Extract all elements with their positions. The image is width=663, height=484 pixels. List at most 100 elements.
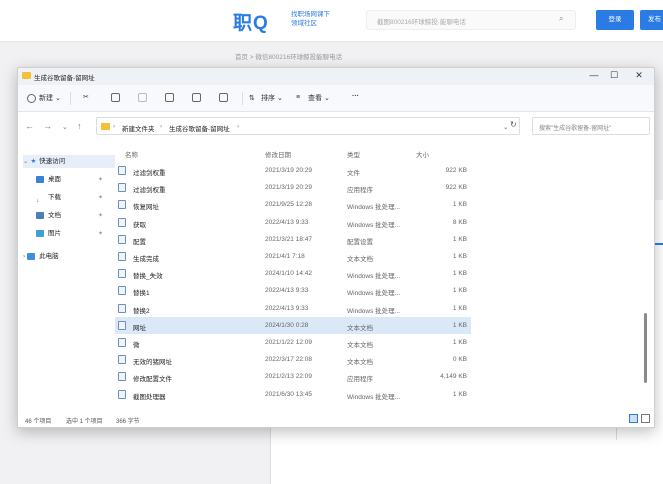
- vertical-scrollbar[interactable]: [644, 163, 647, 391]
- file-icon: [118, 338, 126, 347]
- search-icon[interactable]: ⌕: [559, 14, 563, 24]
- column-header-size[interactable]: 大小: [416, 149, 429, 159]
- file-date: 2021/3/21 18:47: [265, 235, 312, 243]
- paste-button[interactable]: [138, 93, 150, 102]
- file-date: 2021/6/30 13:45: [265, 390, 312, 398]
- sort-label: 排序: [261, 95, 275, 102]
- picture-icon: [36, 229, 44, 237]
- site-logo[interactable]: 职Q: [233, 8, 269, 35]
- file-size: 922 KB: [445, 167, 467, 174]
- pin-icon[interactable]: ✦: [98, 194, 103, 201]
- close-button[interactable]: ✕: [629, 70, 649, 81]
- file-explorer-window: 生成谷歌留备-留网址 — ☐ ✕ 新建 ⌄ ✂ ⇅ 排序 ⌄ ≡ 查看 ⌄ ··· …: [17, 67, 655, 428]
- share-button[interactable]: [192, 93, 204, 102]
- divider: [242, 92, 243, 105]
- rename-button[interactable]: [165, 93, 177, 102]
- crumb-separator: ›: [113, 123, 116, 130]
- window-titlebar[interactable]: 生成谷歌留备-留网址 — ☐ ✕: [18, 68, 654, 85]
- file-name: 无效的猪网址: [133, 359, 172, 367]
- column-header-name[interactable]: 名称: [125, 149, 138, 159]
- pin-icon[interactable]: ✦: [98, 212, 103, 219]
- sort-icon: ⇅: [249, 94, 255, 102]
- sidebar-item-label: 文档: [48, 212, 61, 219]
- file-row[interactable]: 替换2 2022/4/13 9:33 Windows 批处理... 1 KB: [115, 300, 471, 317]
- crumb-separator: ›: [237, 123, 240, 130]
- copy-button[interactable]: [111, 93, 123, 102]
- view-button[interactable]: ≡ 查看 ⌄: [296, 93, 330, 103]
- sidebar-item-downloads[interactable]: ↓ 下载: [36, 191, 61, 204]
- sidebar-item-documents[interactable]: 文档: [36, 209, 61, 222]
- file-row[interactable]: 获取 2022/4/13 9:33 Windows 批处理... 8 KB: [115, 214, 471, 231]
- column-header-date[interactable]: 修改日期: [265, 149, 291, 159]
- address-bar[interactable]: › 新建文件夹 › 生成谷歌留备-留网址 › ⌄: [96, 117, 520, 135]
- file-type: 应用程序: [347, 376, 373, 384]
- pin-icon[interactable]: ✦: [98, 176, 103, 183]
- file-row[interactable]: 恢复网址 2021/9/25 12:28 Windows 批处理... 1 KB: [115, 196, 471, 213]
- folder-search-input[interactable]: 搜索"生成谷歌留备-留网址": [532, 117, 650, 135]
- forward-arrow-icon[interactable]: →: [43, 121, 52, 131]
- sidebar-item-this-pc[interactable]: › 此电脑: [23, 250, 59, 263]
- site-search-input[interactable]: 截图800216环球鲸投·能聊电话: [366, 10, 576, 30]
- address-dropdown-icon[interactable]: ⌄: [503, 123, 508, 131]
- file-icon: [118, 166, 126, 175]
- sidebar-item-quick-access[interactable]: ⌄ ★ 快速访问: [23, 155, 115, 168]
- file-type: 文本文档: [347, 359, 373, 367]
- details-view-icon[interactable]: [629, 414, 638, 423]
- file-row[interactable]: 网址 2024/1/30 0:28 文本文档 1 KB: [115, 316, 471, 334]
- new-button[interactable]: 新建 ⌄: [27, 93, 61, 103]
- file-row[interactable]: 生成完成 2021/4/1 7:18 文本文档 1 KB: [115, 248, 471, 265]
- file-type: Windows 批处理...: [347, 221, 401, 229]
- post-button[interactable]: 发布: [640, 10, 663, 30]
- tiles-view-icon[interactable]: [641, 414, 650, 423]
- back-arrow-icon[interactable]: ←: [25, 121, 34, 131]
- crumb-new-folder[interactable]: 新建文件夹: [122, 123, 155, 133]
- site-breadcrumb: 首页 > 微信800216环球鲸投能聊电话: [235, 54, 343, 61]
- up-arrow-icon[interactable]: ↑: [77, 121, 82, 131]
- scissors-icon: ✂: [83, 94, 89, 101]
- file-type: Windows 批处理...: [347, 204, 401, 212]
- file-icon: [118, 286, 126, 296]
- file-row[interactable]: 微 2021/1/22 12:09 文本文档 1 KB: [115, 334, 471, 351]
- copy-icon: [111, 93, 120, 102]
- refresh-icon[interactable]: ↻: [510, 120, 517, 129]
- file-icon: [118, 234, 126, 244]
- file-row[interactable]: 替换_失效 2024/1/10 14:42 Windows 批处理... 1 KB: [115, 265, 471, 282]
- file-icon: [118, 389, 126, 399]
- file-name: 截图处理器: [133, 393, 166, 401]
- column-header-type[interactable]: 类型: [347, 149, 360, 159]
- sidebar-item-pictures[interactable]: 图片: [36, 227, 61, 240]
- sidebar-item-desktop[interactable]: 桌面: [36, 173, 61, 186]
- file-row[interactable]: 配置 2021/3/21 18:47 配置设置 1 KB: [115, 231, 471, 248]
- file-icon: [118, 372, 126, 382]
- maximize-button[interactable]: ☐: [604, 70, 624, 81]
- file-type: Windows 批处理...: [347, 273, 401, 281]
- file-name: 微: [133, 342, 140, 349]
- minimize-button[interactable]: —: [584, 70, 604, 80]
- crumb-current-folder[interactable]: 生成谷歌留备-留网址: [169, 123, 230, 133]
- sort-button[interactable]: ⇅ 排序 ⌄: [249, 93, 283, 103]
- file-row[interactable]: 修改配置文件 2021/2/13 22:09 应用程序 4,149 KB: [115, 368, 471, 385]
- file-date: 2021/3/19 20:29: [265, 184, 312, 192]
- file-size: 1 KB: [452, 253, 467, 260]
- item-count: 46 个项目: [25, 419, 52, 425]
- delete-button[interactable]: [219, 93, 231, 102]
- crumb-separator: ›: [160, 123, 163, 130]
- file-row[interactable]: 过滤剑权重 2021/3/19 20:29 应用程序 922 KB: [115, 179, 471, 196]
- selected-count: 选中 1 个项目: [66, 419, 103, 425]
- view-icon: ≡: [296, 93, 301, 101]
- file-row[interactable]: 无效的猪网址 2022/3/17 22:08 文本文档 0 KB: [115, 351, 471, 368]
- login-button[interactable]: 登录: [596, 10, 634, 30]
- file-date: 2022/3/17 22:08: [265, 356, 312, 364]
- paste-icon: [138, 93, 147, 102]
- sidebar-item-label: 下载: [48, 194, 61, 201]
- file-size: 1 KB: [452, 339, 467, 346]
- file-row[interactable]: 过滤剑权重 2021/3/19 20:29 文件 922 KB: [115, 162, 471, 179]
- history-chevron-icon[interactable]: ⌄: [62, 123, 68, 131]
- file-row[interactable]: 替换1 2022/4/13 9:33 Windows 批处理... 1 KB: [115, 282, 471, 299]
- download-icon: ↓: [36, 196, 40, 204]
- more-button[interactable]: ···: [352, 93, 359, 100]
- scrollbar-thumb[interactable]: [644, 313, 647, 383]
- pin-icon[interactable]: ✦: [98, 230, 103, 237]
- file-row[interactable]: 截图处理器 2021/6/30 13:45 Windows 批处理... 1 KB: [115, 386, 471, 403]
- cut-button[interactable]: ✂: [83, 93, 95, 102]
